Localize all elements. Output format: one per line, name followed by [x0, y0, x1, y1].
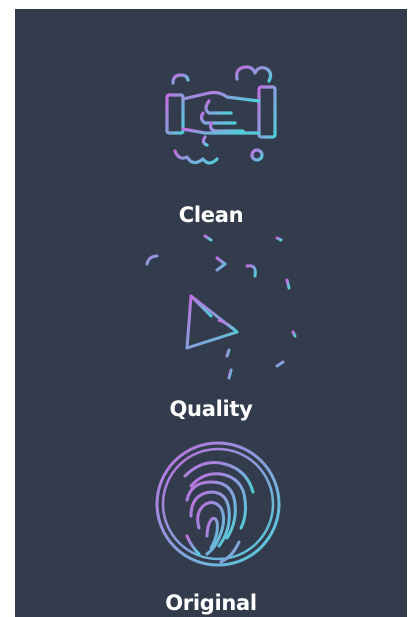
- feature-quality: Quality: [15, 224, 407, 424]
- features-panel: Clean Quality Original: [15, 9, 407, 617]
- fingerprint-icon: [155, 441, 281, 567]
- feature-label-original: Original: [165, 591, 257, 615]
- feature-original: Original: [15, 424, 407, 617]
- feature-clean: Clean: [15, 9, 407, 227]
- hand-washing-icon: [165, 65, 277, 165]
- feature-label-quality: Quality: [169, 397, 253, 421]
- party-cone-icon: [145, 234, 297, 380]
